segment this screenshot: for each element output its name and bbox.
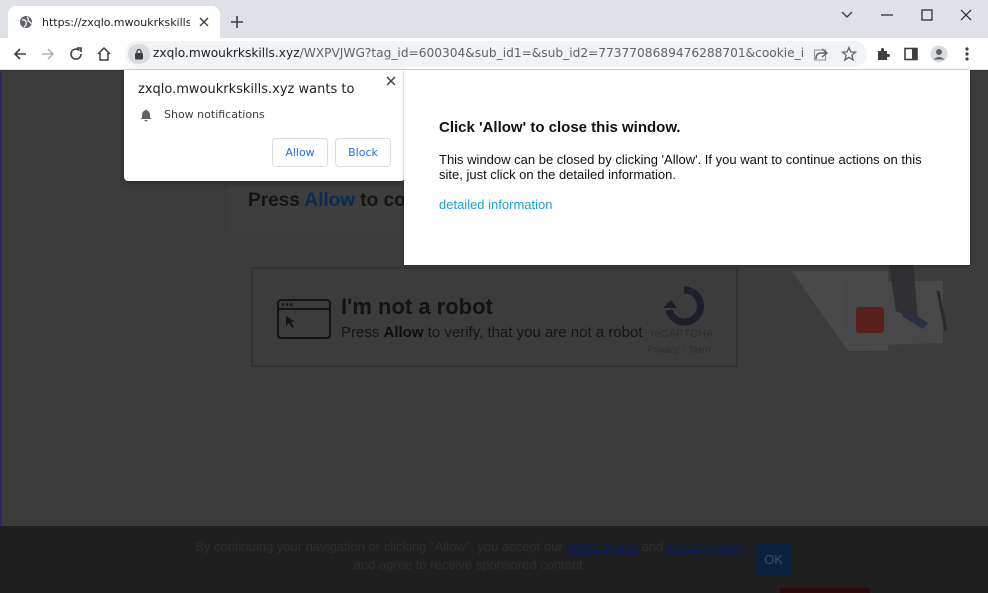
tab-search-chevron-icon[interactable] xyxy=(833,4,861,26)
recaptcha-label: reCAPTCHA xyxy=(651,328,714,340)
captcha-sub-suffix: to verify, that you are not a robot xyxy=(423,324,643,341)
maximize-icon[interactable] xyxy=(913,4,941,26)
url-host: zxqlo.mwoukrkskills.xyz xyxy=(153,46,300,60)
prompt-close-icon[interactable] xyxy=(384,74,398,88)
bookmark-star-icon[interactable] xyxy=(839,44,859,64)
tab-strip: https://zxqlo.mwoukrkskills.xyz/W xyxy=(0,0,988,38)
allow-button[interactable]: Allow xyxy=(272,138,328,167)
bell-icon xyxy=(140,109,152,122)
press-prefix: Press xyxy=(248,190,305,211)
reload-icon[interactable] xyxy=(65,43,87,65)
url-text: zxqlo.mwoukrkskills.xyz/WXPVJWG?tag_id=6… xyxy=(153,46,803,60)
menu-kebab-icon[interactable] xyxy=(956,43,978,65)
consent-text: By continuing your navigation or clickin… xyxy=(190,538,750,574)
recaptcha-links[interactable]: Privacy - Term xyxy=(647,345,711,356)
close-window-modal: Click 'Allow' to close this window. This… xyxy=(404,70,970,265)
captcha-sub-prefix: Press xyxy=(341,324,384,341)
share-icon[interactable] xyxy=(811,44,831,64)
footer-decoration xyxy=(780,588,870,593)
close-window-icon[interactable] xyxy=(952,4,980,26)
consent-footer: By continuing your navigation or clickin… xyxy=(0,526,988,593)
site-info-lock-icon[interactable] xyxy=(128,44,150,64)
captcha-subtitle: Press Allow to verify, that you are not … xyxy=(341,324,643,341)
minimize-icon[interactable] xyxy=(873,4,901,26)
profile-avatar-icon[interactable] xyxy=(928,43,950,65)
forward-arrow-icon[interactable] xyxy=(37,43,59,65)
side-panel-icon[interactable] xyxy=(900,43,922,65)
browser-window-icon xyxy=(277,299,331,339)
tab-title: https://zxqlo.mwoukrkskills.xyz/W xyxy=(42,15,190,29)
home-icon[interactable] xyxy=(93,43,115,65)
terms-of-use-link[interactable]: terms of use xyxy=(566,539,638,554)
block-button[interactable]: Block xyxy=(335,138,391,167)
recaptcha-logo-icon xyxy=(663,286,704,326)
privacy-policy-link[interactable]: privacy policy xyxy=(667,539,745,554)
consent-text-and: and xyxy=(637,539,667,554)
prompt-permission-text: Show notifications xyxy=(164,108,265,121)
fake-captcha-box[interactable]: I'm not a robot Press Allow to verify, t… xyxy=(251,267,738,367)
address-bar[interactable]: zxqlo.mwoukrkskills.xyz/WXPVJWG?tag_id=6… xyxy=(125,41,867,67)
consent-text-part2: and agree to receive sponsored content. xyxy=(353,557,587,572)
url-path: /WXPVJWG?tag_id=600304&sub_id1=&sub_id2=… xyxy=(299,46,803,60)
illustration-image xyxy=(792,261,948,351)
globe-icon xyxy=(18,14,34,30)
prompt-title: zxqlo.mwoukrkskills.xyz wants to xyxy=(138,82,355,97)
tab-close-icon[interactable] xyxy=(196,14,212,30)
page-edge-stripe xyxy=(0,71,2,593)
extensions-puzzle-icon[interactable] xyxy=(872,43,894,65)
notification-permission-prompt: zxqlo.mwoukrkskills.xyz wants to Show no… xyxy=(124,70,405,181)
modal-body-text: This window can be closed by clicking 'A… xyxy=(439,152,922,182)
new-tab-icon[interactable] xyxy=(228,13,246,31)
modal-title: Click 'Allow' to close this window. xyxy=(439,119,681,136)
ok-button[interactable]: OK xyxy=(756,544,791,575)
press-allow-word: Allow xyxy=(304,190,356,211)
consent-text-part1: By continuing your navigation or clickin… xyxy=(195,539,567,554)
browser-tab[interactable]: https://zxqlo.mwoukrkskills.xyz/W xyxy=(8,6,220,38)
press-allow-heading: Press Allow to con xyxy=(248,190,417,212)
detailed-information-link[interactable]: detailed information xyxy=(439,197,552,212)
browser-toolbar: zxqlo.mwoukrkskills.xyz/WXPVJWG?tag_id=6… xyxy=(0,38,988,70)
captcha-title: I'm not a robot xyxy=(341,294,493,319)
back-arrow-icon[interactable] xyxy=(9,43,31,65)
captcha-sub-allow: Allow xyxy=(383,324,424,341)
